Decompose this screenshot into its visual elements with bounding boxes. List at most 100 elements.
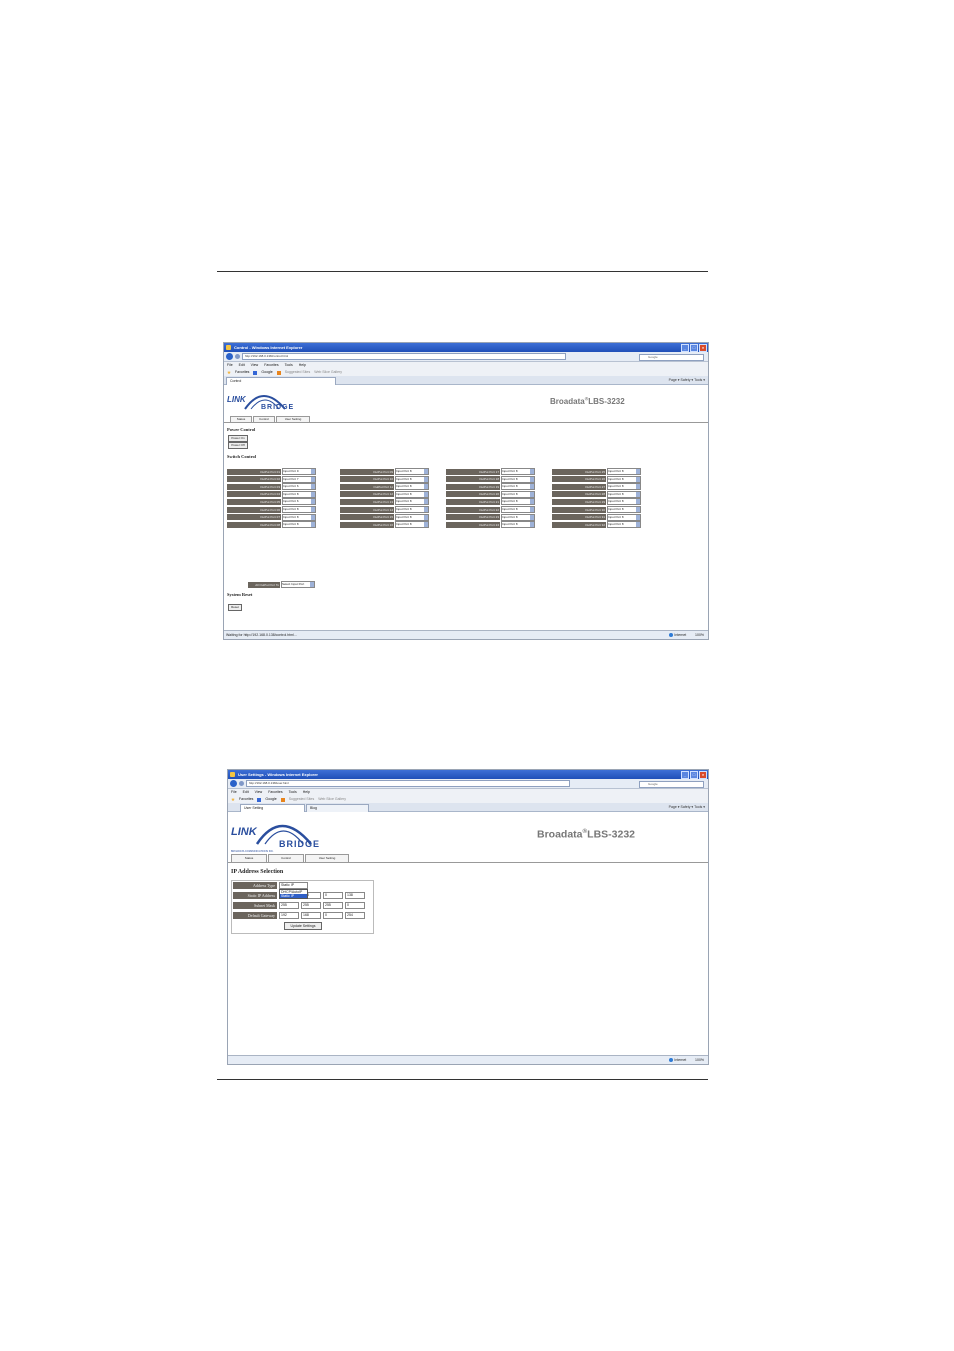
gateway-octet-4[interactable]: 254 [345,912,365,919]
menu-file[interactable]: File [227,362,233,369]
menu-tools[interactable]: Tools [285,362,293,369]
input-port-select[interactable]: Input Port 8 [282,521,316,529]
menu-bar: File Edit View Favorites Tools Help [224,362,708,369]
nav-tab-status[interactable]: Status [231,854,267,862]
input-port-select[interactable]: Input Port 6 [282,483,316,491]
static-ip-octet-3[interactable]: 0 [323,892,343,899]
input-port-select[interactable]: Input Port 8 [607,513,641,521]
gateway-octet-1[interactable]: 192 [279,912,299,919]
browser-tab-control[interactable]: Control [226,377,336,385]
subnet-octet-2[interactable]: 255 [301,902,321,909]
dropdown-option-static[interactable]: Static IP [280,894,307,898]
switch-row: OutPut Port 22 Input Port 8 [446,506,535,513]
command-bar[interactable]: Page ▾ Safety ▾ Tools ▾ [669,376,705,384]
input-port-select[interactable]: Input Port 8 [501,490,535,498]
browser-tab-user-setting[interactable]: User Setting [240,804,305,812]
menu-favorites[interactable]: Favorites [264,362,278,369]
zoom-level[interactable]: 100% [695,633,704,637]
menu-file[interactable]: File [231,789,237,796]
input-port-select[interactable]: Input Port 8 [607,521,641,529]
input-port-select[interactable]: Input Port 8 [501,483,535,491]
input-port-select[interactable]: Input Port 8 [501,468,535,475]
web-slice-link[interactable]: Web Slice Gallery [314,369,342,376]
maximize-button[interactable]: □ [690,771,698,779]
menu-help[interactable]: Help [303,789,310,796]
all-outputs-select[interactable]: Select Input Port [281,581,315,588]
input-port-select[interactable]: Input Port 8 [395,521,429,529]
back-icon[interactable] [230,780,237,787]
search-input[interactable]: Google [639,781,704,788]
menu-tools[interactable]: Tools [289,789,297,796]
url-input[interactable]: http://192.168.0.138/control.html [242,353,566,360]
input-port-select[interactable]: Input Port 8 [395,468,429,475]
maximize-button[interactable]: □ [690,344,698,352]
minimize-button[interactable]: _ [681,344,689,352]
subnet-octet-4[interactable]: 0 [345,902,365,909]
input-port-select[interactable]: Input Port 8 [501,506,535,513]
reset-button[interactable]: Reset [228,604,242,611]
menu-view[interactable]: View [255,789,263,796]
zoom-level[interactable]: 100% [695,1058,704,1062]
menu-help[interactable]: Help [299,362,306,369]
google-link[interactable]: Google [265,796,276,803]
update-settings-button[interactable]: Update Settings [284,922,322,930]
subnet-octet-3[interactable]: 255 [323,902,343,909]
output-port-label: OutPut Port 14 [340,506,394,513]
address-type-select[interactable]: Static IP [279,882,308,889]
menu-edit[interactable]: Edit [243,789,249,796]
input-port-select[interactable]: Input Port 8 [501,498,535,506]
command-bar[interactable]: Page ▾ Safety ▾ Tools ▾ [669,803,705,811]
menu-edit[interactable]: Edit [239,362,245,369]
back-icon[interactable] [226,353,233,360]
google-link[interactable]: Google [261,369,272,376]
suggested-sites-link[interactable]: Suggested Sites [289,796,315,803]
static-ip-octet-4[interactable]: 138 [345,892,365,899]
input-port-select[interactable]: Input Port 8 [607,483,641,491]
nav-tab-user-setting[interactable]: User Setting [305,854,349,862]
power-off-button[interactable]: Power Off [228,442,248,449]
address-type-dropdown[interactable]: DHCP/AutoIP Static IP [279,889,308,899]
input-port-select[interactable]: Input Port 8 [395,513,429,521]
close-button[interactable]: × [699,344,707,352]
input-port-select[interactable]: Input Port 8 [395,490,429,498]
menu-favorites[interactable]: Favorites [268,789,282,796]
input-port-select[interactable]: Input Port 8 [501,475,535,483]
input-port-select[interactable]: Input Port 8 [607,475,641,483]
address-type-row: Address Type Static IP [233,882,308,889]
switch-row: OutPut Port 10 Input Port 8 [340,475,429,483]
favorites-link[interactable]: Favorites [235,369,249,376]
power-on-button[interactable]: Power On [228,435,248,442]
input-port-select[interactable]: Input Port 8 [282,490,316,498]
input-port-select[interactable]: Input Port 8 [282,506,316,513]
gateway-octet-2[interactable]: 168 [301,912,321,919]
input-port-select[interactable]: Input Port 8 [282,513,316,521]
input-port-select[interactable]: Input Port 8 [607,498,641,506]
input-port-select[interactable]: Input Port 8 [395,506,429,513]
subnet-octet-1[interactable]: 255 [279,902,299,909]
nav-tab-control[interactable]: Control [268,854,304,862]
input-port-select[interactable]: Input Port 7 [282,475,316,483]
input-port-select[interactable]: Input Port 8 [607,468,641,475]
input-port-select[interactable]: Input Port 9 [282,468,316,475]
web-slice-link[interactable]: Web Slice Gallery [318,796,346,803]
input-port-select[interactable]: Input Port 8 [501,513,535,521]
forward-icon[interactable] [235,354,240,359]
input-port-select[interactable]: Input Port 8 [395,483,429,491]
input-port-select[interactable]: Input Port 8 [607,506,641,513]
suggested-sites-link[interactable]: Suggested Sites [285,369,311,376]
url-input[interactable]: http://192.168.0.138/user.html [246,780,570,787]
gateway-octet-3[interactable]: 0 [323,912,343,919]
input-port-select[interactable]: Input Port 8 [501,521,535,529]
input-port-select[interactable]: Input Port 6 [282,498,316,506]
input-port-select[interactable]: Input Port 8 [395,498,429,506]
search-input[interactable]: Google [639,354,704,361]
menu-view[interactable]: View [251,362,259,369]
browser-tab-blog[interactable]: Blog [306,804,369,812]
minimize-button[interactable]: _ [681,771,689,779]
internet-zone-icon [669,1058,674,1063]
input-port-select[interactable]: Input Port 8 [395,475,429,483]
favorites-link[interactable]: Favorites [239,796,253,803]
forward-icon[interactable] [239,781,244,786]
close-button[interactable]: × [699,771,707,779]
input-port-select[interactable]: Input Port 8 [607,490,641,498]
